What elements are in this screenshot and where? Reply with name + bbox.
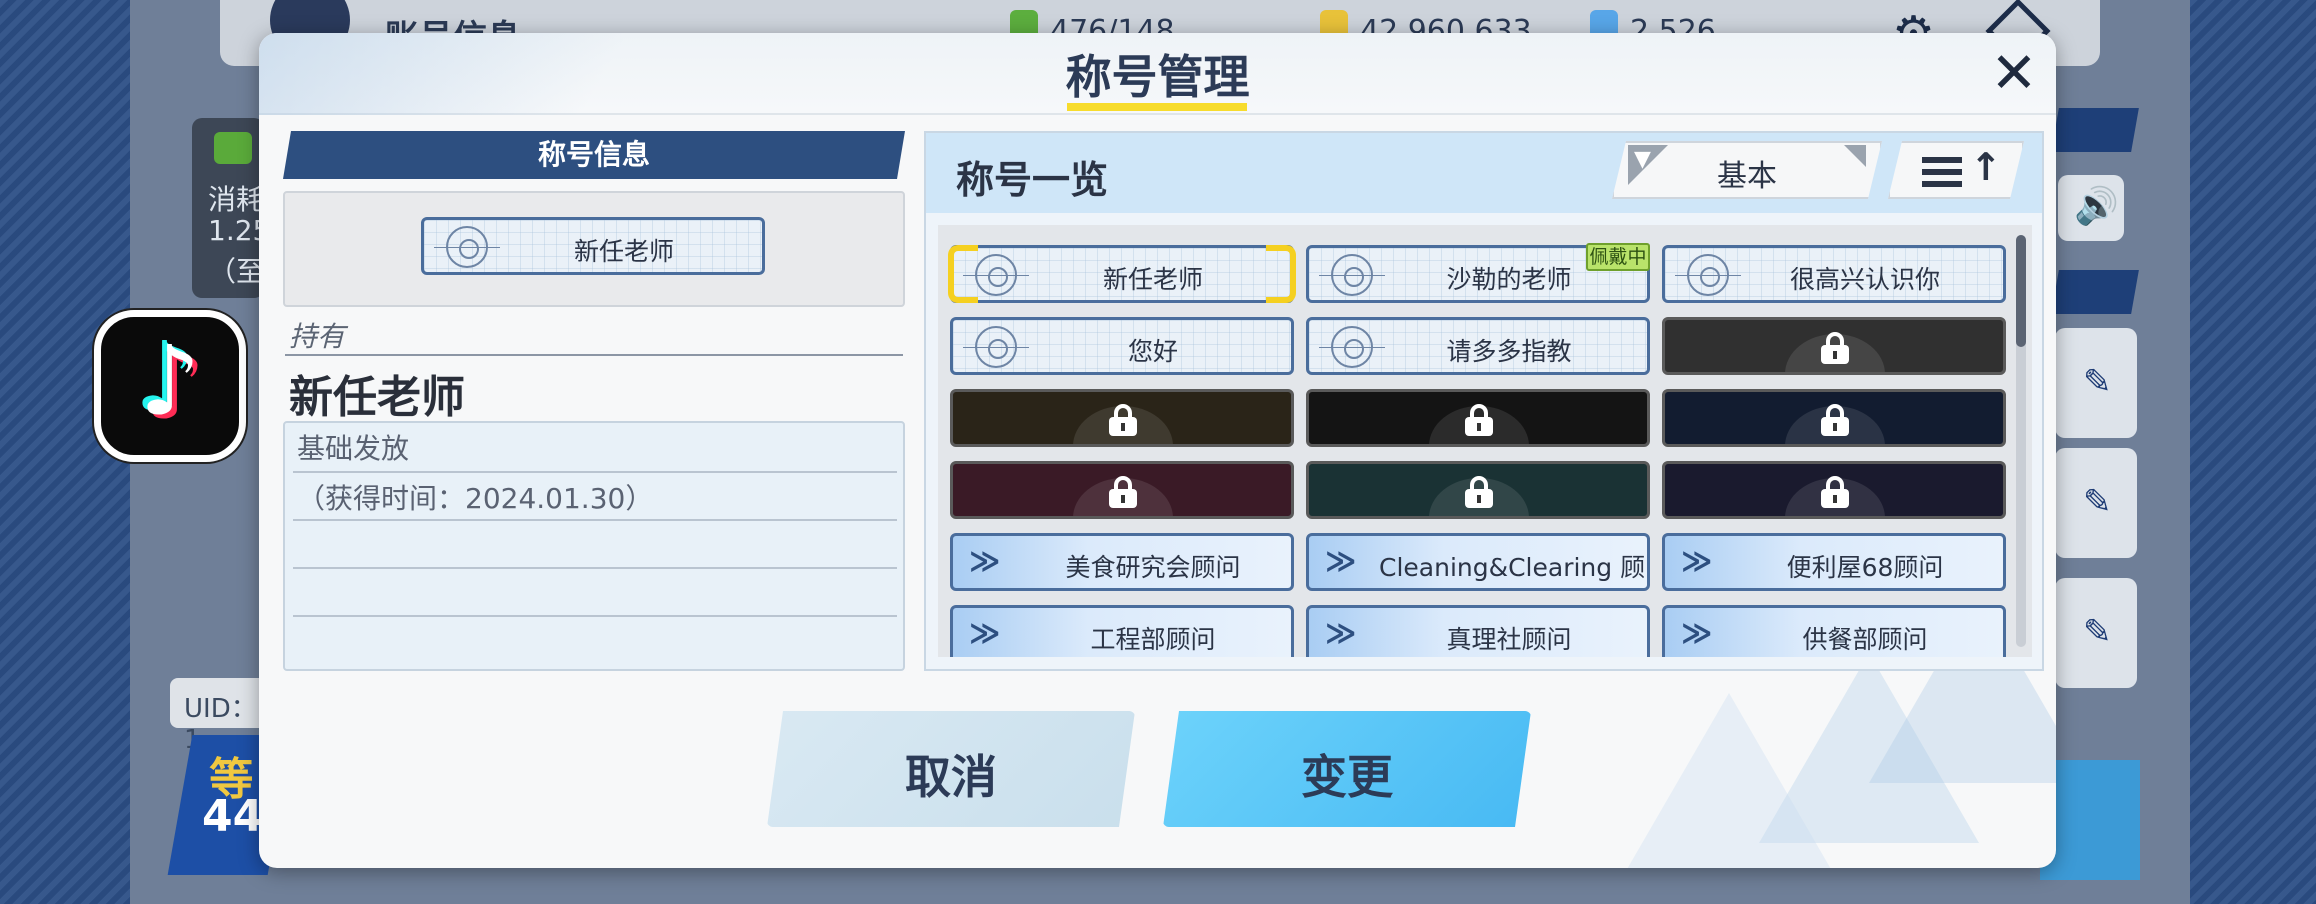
sort-button[interactable]: ↑ <box>1888 141 2024 199</box>
locked-title-tile[interactable] <box>950 389 1294 447</box>
sound-button[interactable]: 🔊 <box>2058 175 2124 241</box>
sort-ascending-icon: ↑ <box>1970 145 2002 189</box>
equipped-badge: 佩戴中 <box>1586 243 1650 271</box>
edit-card-3[interactable]: ✎ <box>2055 578 2137 688</box>
title-tile[interactable]: 新任老师 <box>950 245 1294 303</box>
right-header-bar-2 <box>2051 270 2139 314</box>
lock-icon <box>1465 404 1493 436</box>
club-emblem-icon: ≫ <box>1325 616 1356 651</box>
left-info-card: 消耗 1.25 （至 <box>192 118 270 298</box>
title-tile-label: 请多多指教 <box>1446 337 1572 366</box>
title-tile[interactable]: ≫ 美食研究会顾问 <box>950 533 1294 591</box>
pencil-icon: ✎ <box>2083 362 2112 402</box>
title-tile[interactable]: 很高兴认识你 <box>1662 245 2006 303</box>
locked-title-tile[interactable] <box>1662 317 2006 375</box>
divider <box>285 354 903 356</box>
cancel-button[interactable]: 取消 <box>767 711 1135 827</box>
edit-card-2[interactable]: ✎ <box>2055 448 2137 558</box>
locked-title-tile[interactable] <box>1306 389 1650 447</box>
title-tile-label: 新任老师 <box>1102 265 1203 294</box>
leaf-icon <box>214 132 252 164</box>
club-emblem-icon: ≫ <box>1681 544 1712 579</box>
title-tile[interactable]: 您好 <box>950 317 1294 375</box>
lock-icon <box>1821 332 1849 364</box>
speaker-icon: 🔊 <box>2074 186 2119 227</box>
title-tile[interactable]: ≫ 便利屋68顾问 <box>1662 533 2006 591</box>
pencil-icon: ✎ <box>2083 482 2112 522</box>
filter-button[interactable]: ▼ 基本 <box>1612 141 1882 199</box>
title-info-header: 称号信息 <box>283 131 905 179</box>
title-tile-label: 您好 <box>1127 337 1178 366</box>
club-emblem-icon: ≫ <box>1681 616 1712 651</box>
tiktok-logo-icon: ♪ <box>94 310 246 462</box>
title-list-panel: 称号一览 ▼ 基本 ↑ 新任老师 沙勒的老师 佩戴中 很高兴认识你 您好 请多多指教 ≫ 美食… <box>924 131 2044 671</box>
sort-lines-icon <box>1922 157 1962 187</box>
lock-icon <box>1821 404 1849 436</box>
locked-title-tile[interactable] <box>1662 389 2006 447</box>
club-emblem-icon: ≫ <box>969 544 1000 579</box>
lock-icon <box>1465 476 1493 508</box>
detail-acquired-time: （获得时间：2024.01.30） <box>297 482 654 515</box>
title-preview-tile: 新任老师 <box>421 217 765 275</box>
title-tile[interactable]: ≫ 工程部顾问 <box>950 605 1294 657</box>
title-tile[interactable]: ≫ 真理社顾问 <box>1306 605 1650 657</box>
title-tile-label: Cleaning&Clearing 顾问 <box>1379 553 1650 582</box>
locked-title-tile[interactable] <box>950 461 1294 519</box>
locked-title-tile[interactable] <box>1306 461 1650 519</box>
filter-label: 基本 <box>1717 159 1777 194</box>
title-detail-box: 基础发放 （获得时间：2024.01.30） <box>283 421 905 671</box>
pencil-icon: ✎ <box>2083 612 2112 652</box>
club-emblem-icon: ≫ <box>969 616 1000 651</box>
target-icon <box>1319 326 1385 368</box>
close-button[interactable]: ✕ <box>1989 46 2039 102</box>
lock-icon <box>1109 476 1137 508</box>
dialog-header: 称号管理 ✕ <box>259 33 2056 115</box>
title-tile-label: 很高兴认识你 <box>1789 265 1940 294</box>
scrollbar-thumb[interactable] <box>2016 235 2026 347</box>
dialog-title: 称号管理 <box>1065 50 1250 104</box>
title-tile-label: 工程部顾问 <box>1090 625 1216 654</box>
title-preview-box: 新任老师 <box>283 191 905 307</box>
title-tile-label: 美食研究会顾问 <box>1065 553 1241 582</box>
title-tile[interactable]: ≫ 供餐部顾问 <box>1662 605 2006 657</box>
held-title-name: 新任老师 <box>289 372 465 423</box>
title-tile[interactable]: ≫ Cleaning&Clearing 顾问 <box>1306 533 1650 591</box>
detail-source: 基础发放 <box>297 432 410 465</box>
target-icon <box>963 254 1029 296</box>
club-emblem-icon: ≫ <box>1325 544 1356 579</box>
edit-card-1[interactable]: ✎ <box>2055 328 2137 438</box>
title-list-header: 称号一览 ▼ 基本 ↑ <box>926 133 2042 213</box>
change-button[interactable]: 变更 <box>1163 711 1531 827</box>
title-management-dialog: 称号管理 ✕ 称号信息 新任老师 持有 新任老师 基础发放 （获得时间：2024… <box>259 33 2056 868</box>
right-header-bar <box>2051 108 2139 152</box>
title-tile-label: 真理社顾问 <box>1446 625 1572 654</box>
target-icon <box>1319 254 1385 296</box>
title-list-heading: 称号一览 <box>956 158 1109 202</box>
hold-label: 持有 <box>289 320 346 353</box>
target-icon <box>434 226 500 268</box>
target-icon <box>1675 254 1741 296</box>
locked-title-tile[interactable] <box>1662 461 2006 519</box>
title-tile[interactable]: 请多多指教 <box>1306 317 1650 375</box>
target-icon <box>963 326 1029 368</box>
lock-icon <box>1109 404 1137 436</box>
title-underline <box>1067 103 1247 111</box>
lock-icon <box>1821 476 1849 508</box>
title-tile-label: 便利屋68顾问 <box>1786 553 1944 582</box>
scrollbar[interactable] <box>2016 235 2026 647</box>
title-grid: 新任老师 沙勒的老师 佩戴中 很高兴认识你 您好 请多多指教 ≫ 美食研究会顾问 ≫ Cleani… <box>938 225 2032 657</box>
title-tile-label: 供餐部顾问 <box>1802 625 1928 654</box>
